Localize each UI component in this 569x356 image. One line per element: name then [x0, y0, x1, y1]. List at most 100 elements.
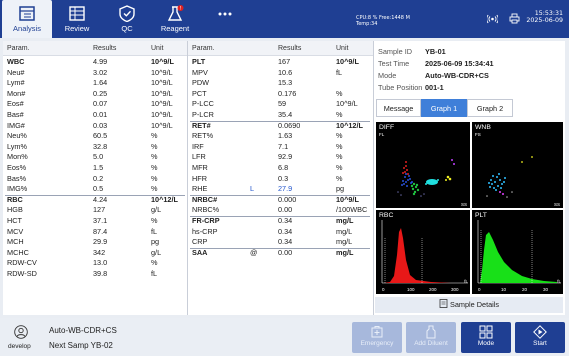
start-icon [533, 325, 547, 339]
wireless-icon[interactable] [487, 13, 498, 24]
param-name: SAA [192, 247, 208, 257]
result-unit: 10^9/L [151, 110, 173, 119]
param-name: Bas# [7, 110, 24, 119]
result-value: 0.34 [278, 237, 293, 247]
result-value: 15.3 [278, 78, 293, 88]
rbc-unit: fL [464, 279, 468, 284]
table-row: Mon# 0.25 10^9/L [3, 89, 187, 100]
emergency-button[interactable]: Emergency [352, 322, 402, 353]
result-unit: g/L [151, 247, 162, 257]
result-unit: 10^9/L [151, 78, 173, 88]
result-value: 39.8 [93, 269, 108, 278]
table-row: hs-CRP 0.34 mg/L [188, 227, 372, 238]
tab-qc[interactable]: QC [102, 0, 152, 38]
table-row: SAA @0.00 mg/L [188, 248, 372, 259]
system-info: CPU:8 % Free:1448 M Temp:34 [356, 15, 410, 27]
rbc-histogram: RBC 0 100 200 300 fL [376, 210, 470, 294]
result-unit: 10^12/L [151, 194, 178, 204]
printer-icon[interactable] [509, 13, 520, 24]
tab-reagent[interactable]: ! Reagent [150, 0, 200, 38]
mid-table-header: Param. Results Unit [188, 41, 373, 56]
result-unit: % [151, 258, 158, 268]
param-name: NRBC% [192, 205, 220, 215]
plt-histogram: PLT 0 10 20 30 fL [472, 210, 563, 294]
clock-time: 15:53:31 [534, 10, 563, 17]
result-unit: % [151, 173, 158, 183]
tab-graph-1[interactable]: Graph 1 [421, 99, 467, 117]
param-name: MCH [7, 237, 24, 247]
param-name: RET% [192, 131, 214, 141]
next-sample: Next Samp YB-02 [49, 341, 113, 350]
analysis-icon [19, 6, 35, 21]
result-unit: % [336, 141, 343, 151]
header-param: Param. [7, 45, 30, 52]
result-unit: pg [336, 184, 345, 194]
result-value: 87.4 [93, 226, 108, 236]
table-row: PDW 15.3 [188, 78, 372, 89]
start-button[interactable]: Start [515, 322, 565, 353]
clock-date: 2025-06-09 [526, 17, 563, 24]
analysis-panel: Param. Results Unit Param. Results Unit … [3, 41, 565, 315]
tab-reagent-label: Reagent [160, 24, 190, 33]
result-flag: @ [250, 247, 258, 257]
table-row: MCH 29.9 pg [3, 237, 187, 248]
param-name: Lym# [7, 78, 25, 88]
result-value: 6.8 [278, 163, 289, 172]
tab-analysis[interactable]: Analysis [2, 0, 52, 38]
header-unit: Unit [336, 45, 349, 52]
tab-graph-2[interactable]: Graph 2 [467, 99, 513, 117]
result-value: 0.176 [278, 88, 297, 98]
table-row: Eos# 0.07 10^9/L [3, 99, 187, 110]
table-row: Mon% 5.0% [3, 152, 187, 163]
mode-button[interactable]: Mode [461, 322, 511, 353]
result-value: 0.2 [93, 173, 104, 183]
tab-review-label: Review [64, 24, 90, 33]
result-unit: mg/L [336, 226, 353, 236]
result-unit: % [336, 110, 343, 119]
sample-info: Sample ID YB-01 Test Time 2025-06-09 15:… [375, 43, 563, 96]
left-table-header: Param. Results Unit [3, 41, 187, 56]
result-unit: % [151, 141, 158, 151]
bottom-bar: develop Auto-WB-CDR+CS Next Samp YB-02 E… [0, 318, 569, 356]
table-row: WBC 4.99 10^9/L [3, 57, 187, 68]
result-unit: % [336, 131, 343, 141]
result-value: 0.25 [93, 88, 108, 98]
param-name: CRP [192, 237, 208, 247]
result-value: 29.9 [93, 237, 108, 247]
result-unit: 10^9/L [336, 57, 359, 66]
table-row: Bas# 0.01 10^9/L [3, 110, 187, 121]
table-row: Eos% 1.5% [3, 163, 187, 174]
result-unit: 10^9/L [151, 67, 173, 77]
result-unit: % [336, 163, 343, 172]
more-button[interactable] [200, 0, 250, 38]
param-name: HGB [7, 205, 23, 215]
param-name: WBC [7, 57, 25, 66]
param-name: Bas% [7, 173, 27, 183]
mode-label: Mode [477, 340, 495, 347]
temp-info: Temp:34 [356, 21, 378, 27]
param-name: HCT [7, 216, 22, 225]
more-icon [218, 12, 232, 16]
tab-review[interactable]: Review [52, 0, 102, 38]
table-row: IRF 7.1% [188, 142, 372, 153]
param-name: PCT [192, 88, 207, 98]
clock: 15:53:31 2025-06-09 [526, 10, 563, 24]
add-diluent-button[interactable]: Add Diluent [406, 322, 456, 353]
sample-id-label: Sample ID [378, 47, 413, 56]
table-row: Lym# 1.64 10^9/L [3, 78, 187, 89]
param-name: MFR [192, 163, 208, 172]
result-unit: fL [336, 67, 343, 77]
result-unit: pg [151, 237, 160, 247]
user-icon[interactable] [14, 325, 28, 339]
sample-details-button[interactable]: Sample Details [375, 297, 563, 313]
table-row: HCT 37.1% [3, 216, 187, 227]
result-value: 0.000 [278, 194, 297, 204]
tab-message[interactable]: Message [376, 99, 421, 117]
top-bar: Analysis Review QC ! Reagent CPU:8 % Fre… [0, 0, 569, 38]
table-row: NRBC% 0.00/100WBC [188, 205, 372, 216]
column-divider [373, 41, 374, 315]
wnb-scatter-plot [486, 156, 533, 198]
result-unit: 10^9/L [151, 88, 173, 98]
param-name: P-LCR [192, 110, 214, 119]
table-row: MCHC 342 g/L [3, 248, 187, 259]
